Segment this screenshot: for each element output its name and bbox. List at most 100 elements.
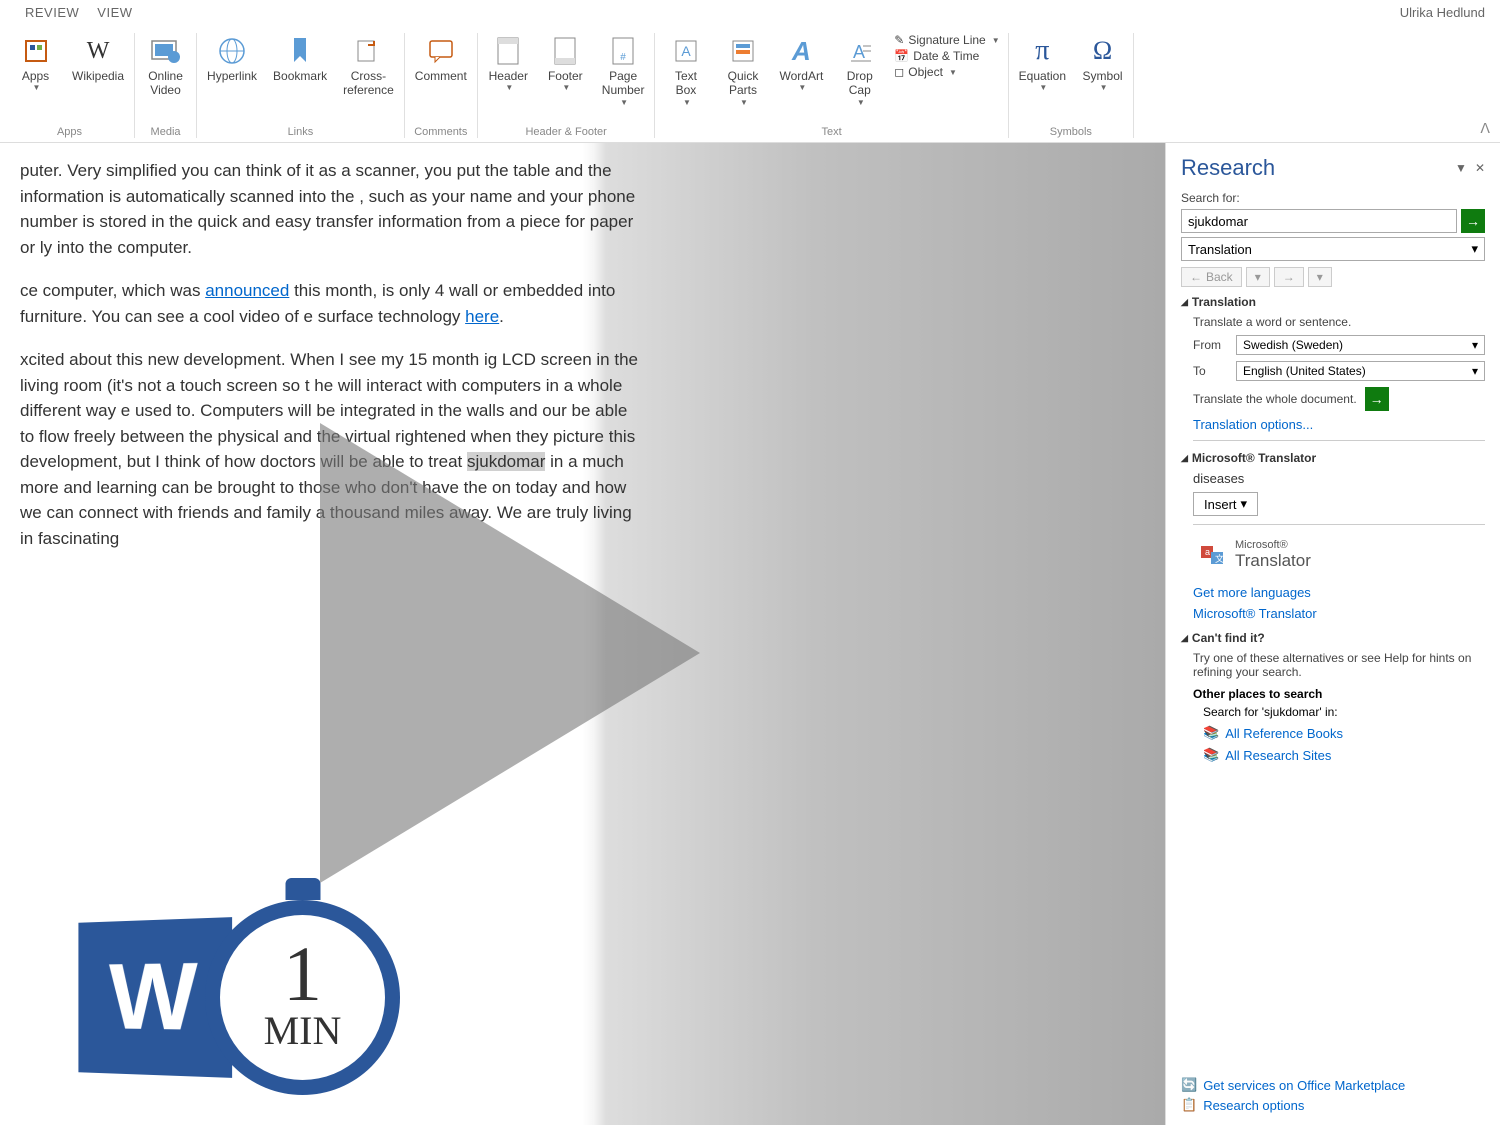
apps-icon (20, 35, 52, 67)
signature-icon: ✎ (894, 33, 904, 47)
header-button[interactable]: Header▼ (486, 33, 531, 94)
comment-icon (425, 35, 457, 67)
omega-icon: Ω (1087, 35, 1119, 67)
translate-prompt: Translate a word or sentence. (1181, 315, 1485, 329)
chevron-down-icon: ▼ (1039, 83, 1047, 92)
highlighted-word[interactable]: sjukdomar (467, 452, 545, 471)
ms-translator-link[interactable]: Microsoft® Translator (1181, 606, 1485, 621)
hyperlink-button[interactable]: Hyperlink (205, 33, 259, 85)
signature-line-button[interactable]: ✎Signature Line▼ (894, 33, 999, 47)
datetime-button[interactable]: 📅Date & Time (894, 49, 979, 63)
translator-section-header[interactable]: Microsoft® Translator (1181, 451, 1485, 465)
link-here[interactable]: here (465, 307, 499, 326)
reference-books-link[interactable]: 📚All Reference Books (1181, 725, 1485, 741)
whole-doc-label: Translate the whole document. (1193, 392, 1357, 406)
crossref-icon (352, 35, 384, 67)
dropcap-icon: A (844, 35, 876, 67)
pane-title: Research (1181, 155, 1275, 181)
search-in-label: Search for 'sjukdomar' in: (1181, 705, 1485, 719)
research-options-link[interactable]: 📋Research options (1181, 1097, 1405, 1113)
wikipedia-button[interactable]: W Wikipedia (70, 33, 126, 85)
books-icon: 📚 (1203, 725, 1219, 741)
footer-button[interactable]: Footer▼ (543, 33, 588, 94)
equation-button[interactable]: π Equation▼ (1017, 33, 1068, 94)
from-label: From (1193, 338, 1228, 352)
chevron-down-icon: ▼ (857, 98, 865, 107)
wordart-icon: A (785, 35, 817, 67)
chevron-down-icon: ▼ (683, 98, 691, 107)
more-languages-link[interactable]: Get more languages (1181, 585, 1485, 600)
translation-result: diseases (1181, 471, 1485, 486)
video-icon (150, 35, 182, 67)
chevron-down-icon: ▼ (798, 83, 806, 92)
forward-menu-button[interactable]: ▾ (1308, 267, 1332, 287)
crossref-button[interactable]: Cross- reference (341, 33, 396, 100)
quickparts-icon (727, 35, 759, 67)
object-icon: ◻ (894, 65, 904, 79)
research-sites-link[interactable]: 📚All Research Sites (1181, 747, 1485, 763)
textbox-icon: A (670, 35, 702, 67)
quickparts-button[interactable]: Quick Parts▼ (720, 33, 765, 109)
back-menu-button[interactable]: ▾ (1246, 267, 1270, 287)
link-announced[interactable]: announced (205, 281, 289, 300)
svg-text:a: a (1205, 547, 1210, 557)
tab-view[interactable]: VIEW (97, 5, 132, 20)
close-icon[interactable]: ✕ (1475, 161, 1485, 175)
collapse-ribbon-icon[interactable]: ᐱ (1480, 120, 1490, 137)
back-button[interactable]: ←Back (1181, 267, 1242, 287)
document-area[interactable]: puter. Very simplified you can think of … (0, 143, 1165, 1125)
group-apps-label: Apps (57, 126, 82, 138)
bookmark-button[interactable]: Bookmark (271, 33, 329, 85)
svg-text:A: A (681, 43, 691, 59)
ribbon: Apps▼ W Wikipedia Apps Online Video Medi… (0, 25, 1500, 143)
doc-paragraph: ce computer, which was announced this mo… (20, 278, 640, 329)
cant-find-header[interactable]: Can't find it? (1181, 631, 1485, 645)
pi-icon: π (1026, 35, 1058, 67)
chevron-down-icon: ▼ (620, 98, 628, 107)
marketplace-link[interactable]: 🔄Get services on Office Marketplace (1181, 1077, 1405, 1093)
arrow-left-icon: ← (1190, 270, 1202, 284)
symbol-button[interactable]: Ω Symbol▼ (1080, 33, 1125, 94)
textbox-button[interactable]: A Text Box▼ (663, 33, 708, 109)
to-language-select[interactable]: English (United States)▾ (1236, 361, 1485, 381)
chevron-down-icon: ▼ (505, 83, 513, 92)
chevron-down-icon: ▾ (1472, 364, 1478, 378)
search-input[interactable] (1181, 209, 1457, 233)
translation-section-header[interactable]: Translation (1181, 295, 1485, 309)
svg-text:A: A (853, 42, 865, 62)
from-language-select[interactable]: Swedish (Sweden)▾ (1236, 335, 1485, 355)
group-media-label: Media (151, 126, 181, 138)
search-go-button[interactable]: → (1461, 209, 1485, 233)
svg-text:文: 文 (1215, 553, 1224, 564)
translation-options-link[interactable]: Translation options... (1181, 417, 1485, 432)
online-video-button[interactable]: Online Video (143, 33, 188, 100)
timer-badge-icon: 1 MIN (205, 900, 400, 1095)
options-icon: 📋 (1181, 1097, 1197, 1113)
apps-button[interactable]: Apps▼ (13, 33, 58, 94)
chevron-down-icon: ▼ (562, 83, 570, 92)
pane-menu-icon[interactable]: ▼ (1455, 161, 1467, 175)
pagenum-icon: # (607, 35, 639, 67)
tab-review[interactable]: REVIEW (25, 5, 79, 20)
comment-button[interactable]: Comment (413, 33, 469, 85)
books-icon: 📚 (1203, 747, 1219, 763)
object-button[interactable]: ◻Object▼ (894, 65, 957, 79)
service-select[interactable]: Translation▾ (1181, 237, 1485, 261)
other-places-label: Other places to search (1181, 687, 1485, 701)
header-icon (492, 35, 524, 67)
dropcap-button[interactable]: A Drop Cap▼ (837, 33, 882, 109)
group-links-label: Links (288, 126, 314, 138)
wordart-button[interactable]: A WordArt▼ (777, 33, 825, 94)
forward-button[interactable]: → (1274, 267, 1304, 287)
globe-icon (216, 35, 248, 67)
pagenumber-button[interactable]: # Page Number▼ (600, 33, 647, 109)
chevron-down-icon: ▾ (1472, 338, 1478, 352)
group-symbols-label: Symbols (1050, 126, 1092, 138)
username-label: Ulrika Hedlund (1400, 5, 1485, 20)
translate-doc-button[interactable]: → (1365, 387, 1389, 411)
to-label: To (1193, 364, 1228, 378)
insert-button[interactable]: Insert▾ (1193, 492, 1258, 516)
arrow-right-icon: → (1283, 270, 1295, 284)
chevron-down-icon: ▾ (1241, 496, 1248, 512)
calendar-icon: 📅 (894, 49, 909, 63)
